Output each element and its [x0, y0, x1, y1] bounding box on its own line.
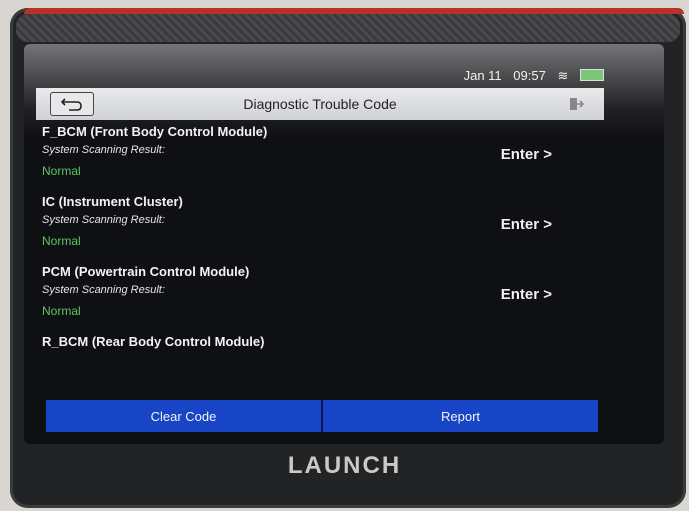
module-name: IC (Instrument Cluster) [42, 194, 183, 209]
module-item-r-bcm[interactable]: R_BCM (Rear Body Control Module) [36, 334, 604, 400]
module-name: R_BCM (Rear Body Control Module) [42, 334, 265, 349]
brand-logo: LAUNCH [287, 452, 402, 479]
enter-button[interactable]: Enter > [501, 286, 552, 303]
page-title: Diagnostic Trouble Code [243, 96, 397, 112]
back-button[interactable] [50, 92, 94, 116]
module-list[interactable]: F_BCM (Front Body Control Module) System… [36, 124, 604, 400]
exit-button[interactable] [566, 94, 586, 114]
module-item-ic[interactable]: IC (Instrument Cluster) System Scanning … [36, 194, 604, 262]
module-item-f-bcm[interactable]: F_BCM (Front Body Control Module) System… [36, 124, 604, 192]
battery-icon [580, 69, 604, 81]
module-name: PCM (Powertrain Control Module) [42, 264, 250, 279]
module-subtitle: System Scanning Result: [42, 284, 165, 296]
exit-icon [570, 98, 584, 110]
wifi-icon: ≋ [557, 68, 569, 83]
module-status: Normal [42, 304, 81, 318]
module-status: Normal [42, 164, 81, 178]
enter-button[interactable]: Enter > [501, 216, 552, 233]
device-rubber-bumper [16, 14, 680, 42]
module-name: F_BCM (Front Body Control Module) [42, 124, 268, 139]
module-status: Normal [42, 234, 81, 248]
status-date: Jan 11 [463, 68, 502, 83]
status-time: 09:57 [513, 68, 546, 83]
report-button[interactable]: Report [321, 400, 598, 432]
status-bar: Jan 11 09:57 ≋ [36, 68, 604, 86]
module-item-pcm[interactable]: PCM (Powertrain Control Module) System S… [36, 264, 604, 332]
clear-code-button[interactable]: Clear Code [46, 400, 321, 432]
action-bar: Clear Code Report [46, 400, 598, 432]
enter-button[interactable]: Enter > [501, 146, 552, 163]
module-subtitle: System Scanning Result: [42, 144, 165, 156]
back-arrow-icon [61, 98, 82, 111]
module-subtitle: System Scanning Result: [42, 214, 165, 226]
title-bar: Diagnostic Trouble Code [36, 88, 604, 120]
